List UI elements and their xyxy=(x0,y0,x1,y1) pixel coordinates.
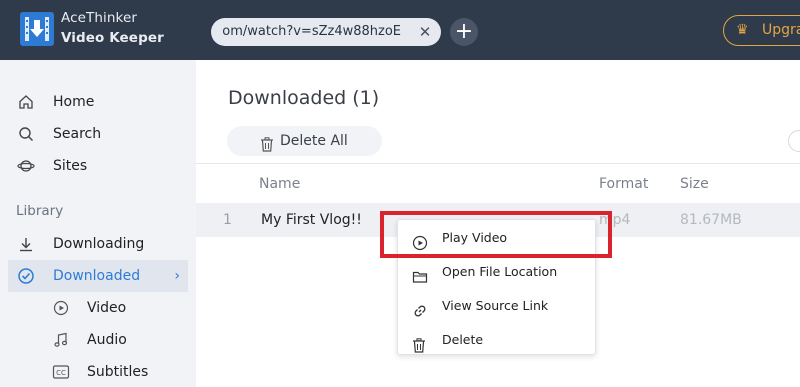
sidebar-item-search[interactable]: Search xyxy=(0,118,196,150)
music-note-icon xyxy=(51,324,71,356)
sidebar-item-label: Subtitles xyxy=(87,364,149,380)
sidebar-item-sites[interactable]: Sites xyxy=(0,150,196,182)
app-name-line1: AceThinker xyxy=(61,10,138,26)
top-bar: AceThinker Video Keeper om/watch?v=sZz4w… xyxy=(0,0,800,60)
row-name: My First Vlog!! xyxy=(261,212,362,228)
crown-icon: ♛ xyxy=(736,22,749,38)
library-section-label: Library xyxy=(16,203,64,219)
menu-item-label: Delete xyxy=(442,332,484,347)
sidebar-subitem-video[interactable]: Video xyxy=(0,292,196,324)
add-tab-button[interactable]: + xyxy=(450,18,478,46)
chevron-right-icon: › xyxy=(174,268,180,284)
filter-search-input[interactable] xyxy=(788,130,800,152)
menu-item-play-video[interactable]: Play Video xyxy=(398,221,595,255)
column-header-name[interactable]: Name xyxy=(259,176,300,192)
table-divider xyxy=(196,163,800,164)
sidebar-item-label: Audio xyxy=(87,332,127,348)
menu-item-delete[interactable]: Delete xyxy=(398,323,595,357)
app-name-line2: Video Keeper xyxy=(61,30,164,46)
download-logo-icon xyxy=(25,17,49,41)
trash-icon xyxy=(260,133,274,163)
sidebar-item-downloaded[interactable]: Downloaded › xyxy=(8,260,188,292)
url-input-value[interactable]: om/watch?v=sZz4w88hzoE xyxy=(211,18,407,46)
sidebar-item-home[interactable]: Home xyxy=(0,86,196,118)
delete-all-button[interactable]: Delete All xyxy=(227,126,382,156)
menu-item-label: View Source Link xyxy=(442,298,549,313)
menu-item-label: Open File Location xyxy=(442,264,558,279)
sidebar-item-downloading[interactable]: Downloading xyxy=(0,228,196,260)
column-header-format[interactable]: Format xyxy=(599,176,648,192)
play-circle-icon xyxy=(51,292,71,324)
app-name: AceThinker Video Keeper xyxy=(61,8,164,48)
delete-all-label: Delete All xyxy=(280,133,348,149)
trash-icon xyxy=(412,332,428,353)
play-circle-icon xyxy=(412,230,428,251)
menu-item-open-file-location[interactable]: Open File Location xyxy=(398,255,595,289)
menu-item-view-source-link[interactable]: View Source Link xyxy=(398,289,595,323)
upgrade-label: Upgrade xyxy=(762,22,800,38)
page-title: Downloaded (1) xyxy=(228,87,380,109)
row-index: 1 xyxy=(223,212,232,228)
sidebar: Home Search Sites Library Downloading Do… xyxy=(0,60,196,387)
menu-item-label: Play Video xyxy=(442,230,508,245)
sidebar-subitem-subtitles[interactable]: CC Subtitles xyxy=(0,356,196,387)
search-icon xyxy=(16,118,36,150)
clear-url-icon[interactable]: ✕ xyxy=(416,23,434,41)
upgrade-button[interactable]: ♛ Upgrade xyxy=(723,15,800,46)
column-header-size[interactable]: Size xyxy=(680,176,709,192)
context-menu: Play Video Open File Location View Sourc… xyxy=(397,219,596,355)
url-input[interactable]: om/watch?v=sZz4w88hzoE ✕ xyxy=(211,18,441,46)
planet-icon xyxy=(16,150,36,182)
home-icon xyxy=(16,86,36,118)
sidebar-item-label: Home xyxy=(53,94,95,110)
svg-text:CC: CC xyxy=(56,369,66,377)
closed-caption-icon: CC xyxy=(51,356,71,387)
row-size: 81.67MB xyxy=(680,212,742,228)
link-icon xyxy=(412,298,428,317)
sidebar-item-label: Search xyxy=(53,126,102,142)
sidebar-item-label: Video xyxy=(87,300,127,316)
folder-icon xyxy=(412,264,428,283)
sidebar-item-label: Sites xyxy=(53,158,88,174)
row-format: mp4 xyxy=(599,212,631,228)
sidebar-item-label: Downloading xyxy=(53,236,145,252)
sidebar-subitem-audio[interactable]: Audio xyxy=(0,324,196,356)
download-arrow-icon xyxy=(16,228,36,260)
sidebar-item-label: Downloaded xyxy=(53,268,141,284)
check-circle-icon xyxy=(16,260,36,292)
app-logo xyxy=(20,12,54,46)
